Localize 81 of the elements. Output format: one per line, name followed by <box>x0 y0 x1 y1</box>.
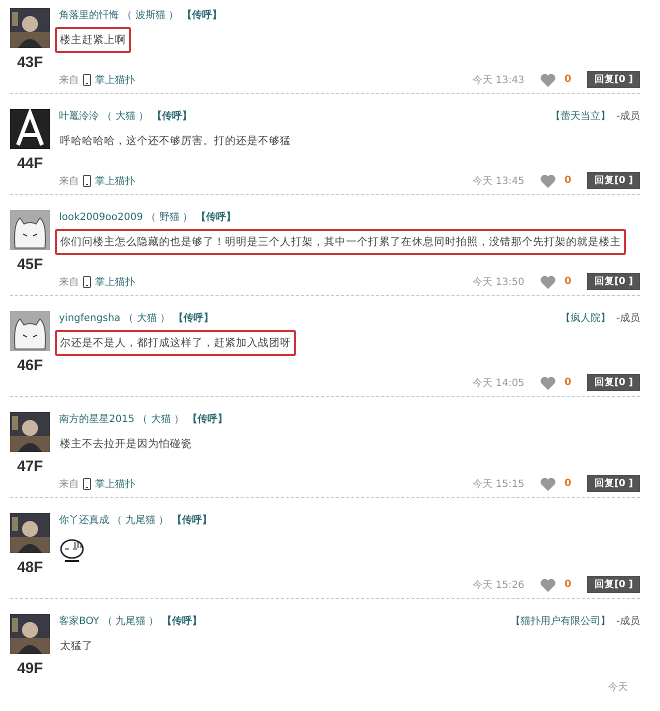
highlighted-comment: 楼主赶紧上啊 <box>55 27 131 53</box>
floor-number: 47F <box>17 458 43 475</box>
group-link[interactable]: 【蕾天当立】 <box>550 109 610 123</box>
page-link[interactable]: 【传呼】 <box>178 8 222 22</box>
highlighted-comment: 尔还是不是人，都打成这样了，赶紧加入战团呀 <box>55 330 296 356</box>
heart-icon[interactable] <box>540 174 556 188</box>
phone-icon <box>83 276 91 288</box>
phone-icon <box>83 174 91 186</box>
reply-button[interactable]: 回复[0 ] <box>587 475 640 492</box>
user-level: （ 九尾猫 ） <box>111 514 169 527</box>
user-level: （ 大猫 ） <box>122 312 170 325</box>
heart-icon[interactable] <box>540 476 556 490</box>
client-link[interactable]: 掌上猫扑 <box>95 72 135 86</box>
source-label: 来自 <box>59 74 79 86</box>
page-link[interactable]: 【传呼】 <box>148 109 192 123</box>
group-link[interactable]: 【疯人院】 <box>560 311 610 325</box>
comment-text: 呼哈哈哈哈，这个还不够厉害。打的还是不够猛 <box>59 134 292 149</box>
reply-button[interactable]: 回复[0 ] <box>587 172 640 189</box>
like-count: 0 <box>564 74 572 85</box>
comment-text: 太猛了 <box>59 639 94 654</box>
client-link[interactable]: 掌上猫扑 <box>95 476 135 490</box>
group-role: -成员 <box>616 614 640 628</box>
reply-button[interactable]: 回复[0 ] <box>587 576 640 593</box>
username-link[interactable]: 角落里的忏悔 <box>59 8 119 22</box>
username-link[interactable]: 客家BOY <box>59 614 100 628</box>
floor-number: 44F <box>17 155 43 172</box>
heart-icon[interactable] <box>540 376 556 390</box>
reply-button[interactable]: 回复[0 ] <box>587 273 640 290</box>
source-label: 来自 <box>59 276 79 288</box>
post-time: 今天 13:43 <box>472 74 524 86</box>
post-time: 今天 13:45 <box>472 174 524 188</box>
group-link[interactable]: 【猫扑用户有限公司】 <box>510 614 610 628</box>
highlighted-comment: 你们问楼主怎么隐藏的也是够了！明明是三个人打架，其中一个打累了在休息同时拍照，没错那个先打架的就是楼主 <box>55 229 626 255</box>
client-link[interactable]: 掌上猫扑 <box>95 274 135 288</box>
user-level: （ 九尾猫 ） <box>101 614 159 628</box>
phone-icon <box>83 74 91 86</box>
like-count: 0 <box>564 276 572 287</box>
floor-number: 45F <box>17 256 43 273</box>
heart-icon[interactable] <box>540 578 556 592</box>
post-time: 今天 15:26 <box>472 578 524 592</box>
group-role: -成员 <box>616 110 640 123</box>
page-link[interactable]: 【传呼】 <box>184 412 228 426</box>
like-count: 0 <box>564 377 572 388</box>
username-link[interactable]: 叶鼍泠泠 <box>59 109 99 123</box>
floor-number: 49F <box>17 660 43 677</box>
heart-icon[interactable] <box>540 72 556 86</box>
letter-logo-avatar <box>10 109 50 149</box>
post-time: 今天 13:50 <box>472 276 524 288</box>
group-role: -成员 <box>616 312 640 325</box>
username-link[interactable]: 你丫还真成 <box>59 513 109 527</box>
post-time: 今天 15:15 <box>472 478 524 490</box>
cartoon-avatar <box>10 210 50 250</box>
page-link[interactable]: 【传呼】 <box>158 614 202 628</box>
post-time: 今天 <box>608 681 628 694</box>
emoticon-icon <box>60 538 86 562</box>
floor-number: 46F <box>17 357 43 374</box>
like-count: 0 <box>564 478 572 489</box>
floor-number: 43F <box>17 54 43 71</box>
user-level: （ 大猫 ） <box>136 412 184 426</box>
user-level: （ 波斯猫 ） <box>121 8 179 22</box>
username-link[interactable]: look2009oo2009 <box>59 212 143 222</box>
page-link[interactable]: 【传呼】 <box>168 513 212 527</box>
floor-number: 48F <box>17 559 43 576</box>
reply-button[interactable]: 回复[0 ] <box>587 374 640 391</box>
phone-icon <box>83 478 91 490</box>
heart-icon[interactable] <box>540 274 556 288</box>
user-level: （ 野猫 ） <box>145 211 192 224</box>
like-count: 0 <box>564 175 572 186</box>
post-time: 今天 14:05 <box>472 376 524 390</box>
comment-text: 楼主不去拉开是因为怕碰瓷 <box>59 437 193 452</box>
like-count: 0 <box>564 579 572 590</box>
username-link[interactable]: 南方的星星2015 <box>59 412 134 426</box>
user-level: （ 大猫 ） <box>101 110 149 123</box>
page-link[interactable]: 【传呼】 <box>192 210 236 224</box>
client-link[interactable]: 掌上猫扑 <box>95 174 135 188</box>
source-label: 来自 <box>59 478 79 490</box>
page-link[interactable]: 【传呼】 <box>170 311 214 325</box>
cartoon-avatar <box>10 311 50 351</box>
reply-button[interactable]: 回复[0 ] <box>587 71 640 88</box>
source-label: 来自 <box>59 174 79 188</box>
username-link[interactable]: yingfengsha <box>59 312 120 324</box>
